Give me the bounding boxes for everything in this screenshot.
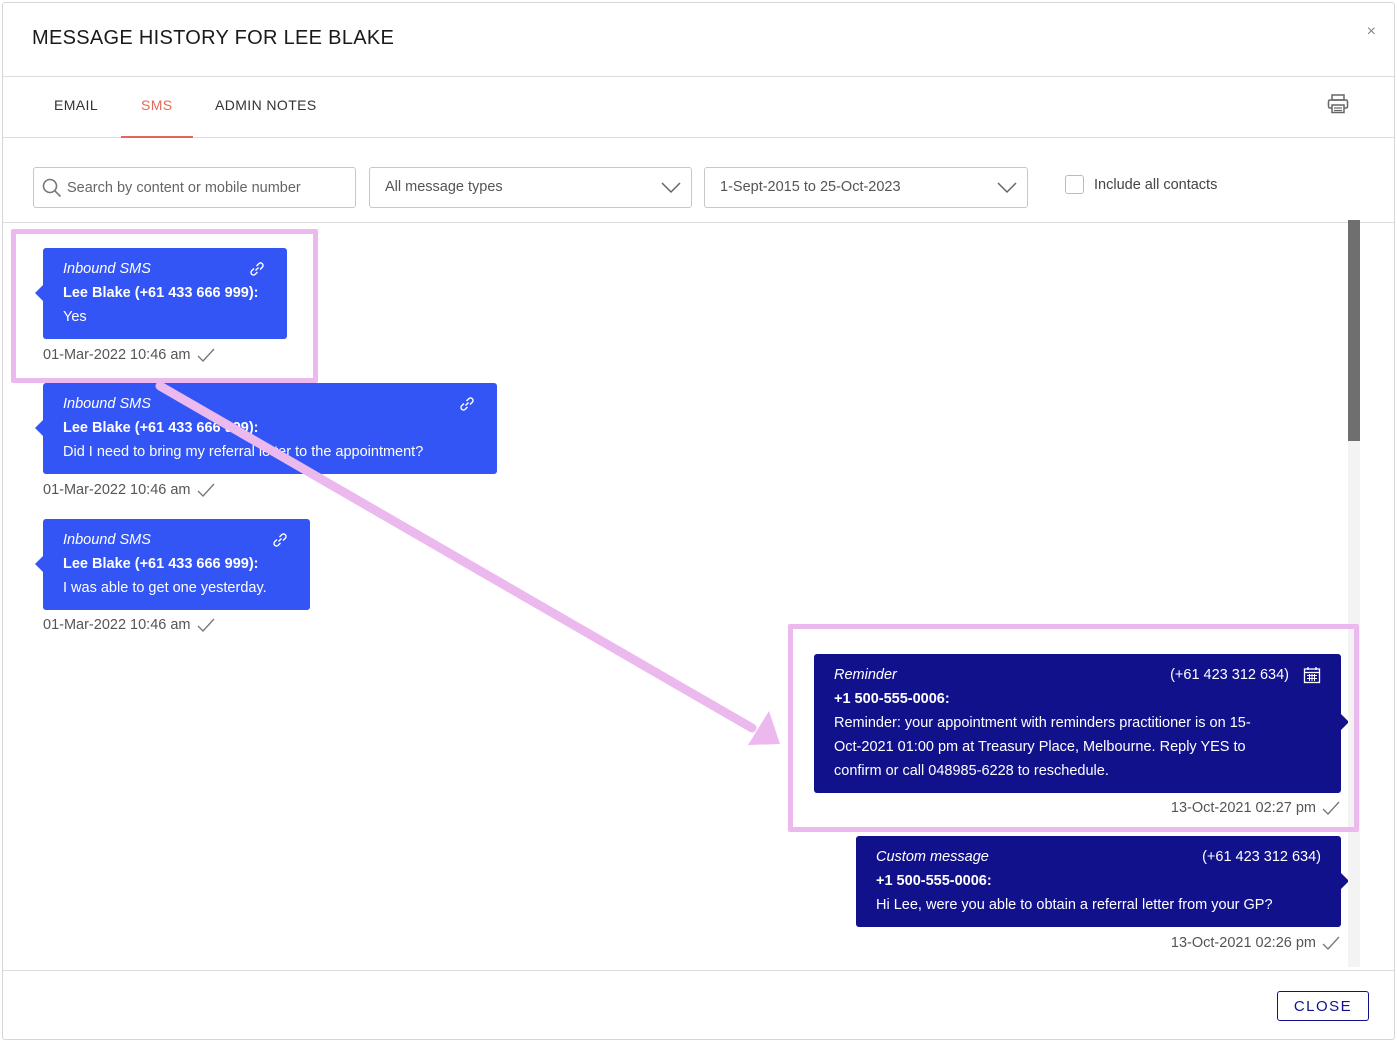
message-timestamp: 13-Oct-2021 02:26 pm (1171, 935, 1340, 951)
message-bubble-outbound[interactable]: Reminder (+61 423 312 634) +1 500-555-00… (814, 654, 1348, 793)
include-all-contacts-checkbox[interactable] (1065, 175, 1084, 194)
dialog-footer: CLOSE (3, 970, 1394, 1040)
message-type: Inbound SMS (63, 532, 151, 548)
checkmark-icon (1322, 801, 1340, 816)
message-sender: Lee Blake (+61 433 666 999): (63, 556, 259, 572)
checkmark-icon (197, 618, 214, 633)
message-sender: Lee Blake (+61 433 666 999): (63, 420, 259, 436)
message-sender: +1 500-555-0006: (834, 691, 950, 707)
search-icon (42, 178, 62, 198)
message-text-line: confirm or call 048985-6228 to reschedul… (834, 763, 1109, 779)
search-input[interactable] (34, 168, 355, 207)
message-bubble-outbound[interactable]: Custom message (+61 423 312 634) +1 500-… (856, 836, 1348, 927)
message-timestamp: 01-Mar-2022 10:46 am (43, 347, 215, 363)
message-text: I was able to get one yesterday. (63, 580, 267, 596)
message-timestamp: 01-Mar-2022 10:46 am (43, 482, 215, 498)
search-field (33, 167, 356, 208)
link-icon[interactable] (248, 260, 266, 278)
include-all-contacts-label: Include all contacts (1094, 177, 1218, 193)
message-sender: Lee Blake (+61 433 666 999): (63, 285, 259, 301)
message-bubble-inbound[interactable]: Inbound SMS Lee Blake (+61 433 666 999):… (35, 519, 310, 610)
filter-bar: All message types 1-Sept-2015 to 25-Oct-… (3, 138, 1394, 223)
calendar-icon[interactable] (1303, 666, 1321, 684)
checkmark-icon (197, 348, 214, 363)
message-type-value: All message types (385, 179, 503, 195)
tab-bar: EMAIL SMS ADMIN NOTES (3, 77, 1394, 138)
recipient-phone: (+61 423 312 634) (1202, 849, 1321, 865)
message-list: Inbound SMS Lee Blake (+61 433 666 999):… (0, 220, 1348, 967)
message-text: Yes (63, 309, 87, 325)
message-text: Did I need to bring my referral letter t… (63, 444, 424, 460)
message-text-line: Reminder: your appointment with reminder… (834, 715, 1251, 731)
dialog-title: MESSAGE HISTORY FOR LEE BLAKE (32, 27, 395, 49)
printer-icon[interactable] (1327, 94, 1349, 114)
message-bubble-inbound[interactable]: Inbound SMS Lee Blake (+61 433 666 999):… (35, 248, 287, 339)
link-icon[interactable] (271, 531, 289, 549)
date-range-value: 1-Sept-2015 to 25-Oct-2023 (720, 179, 901, 195)
message-sender: +1 500-555-0006: (876, 873, 992, 889)
message-type: Inbound SMS (63, 261, 151, 277)
message-type-select[interactable]: All message types (369, 167, 692, 208)
date-range-select[interactable]: 1-Sept-2015 to 25-Oct-2023 (704, 167, 1028, 208)
message-bubble-inbound[interactable]: Inbound SMS Lee Blake (+61 433 666 999):… (35, 383, 497, 474)
message-timestamp: 13-Oct-2021 02:27 pm (1171, 800, 1340, 816)
tab-admin-notes[interactable]: ADMIN NOTES (215, 97, 317, 113)
message-text-line: Oct-2021 01:00 pm at Treasury Place, Mel… (834, 739, 1246, 755)
recipient-phone: (+61 423 312 634) (1170, 667, 1289, 683)
close-button[interactable]: CLOSE (1277, 991, 1369, 1021)
message-timestamp: 01-Mar-2022 10:46 am (43, 617, 215, 633)
link-icon[interactable] (458, 395, 476, 413)
tab-sms[interactable]: SMS (141, 97, 173, 113)
checkmark-icon (197, 483, 214, 498)
message-type: Inbound SMS (63, 396, 151, 412)
dialog-header: MESSAGE HISTORY FOR LEE BLAKE × (3, 3, 1394, 77)
chevron-down-icon (997, 182, 1017, 194)
checkmark-icon (1322, 936, 1340, 951)
close-icon[interactable]: × (1367, 23, 1376, 41)
tab-email[interactable]: EMAIL (54, 97, 98, 113)
message-text: Hi Lee, were you able to obtain a referr… (876, 897, 1273, 913)
chevron-down-icon (661, 182, 681, 194)
scrollbar-thumb[interactable] (1348, 220, 1360, 441)
